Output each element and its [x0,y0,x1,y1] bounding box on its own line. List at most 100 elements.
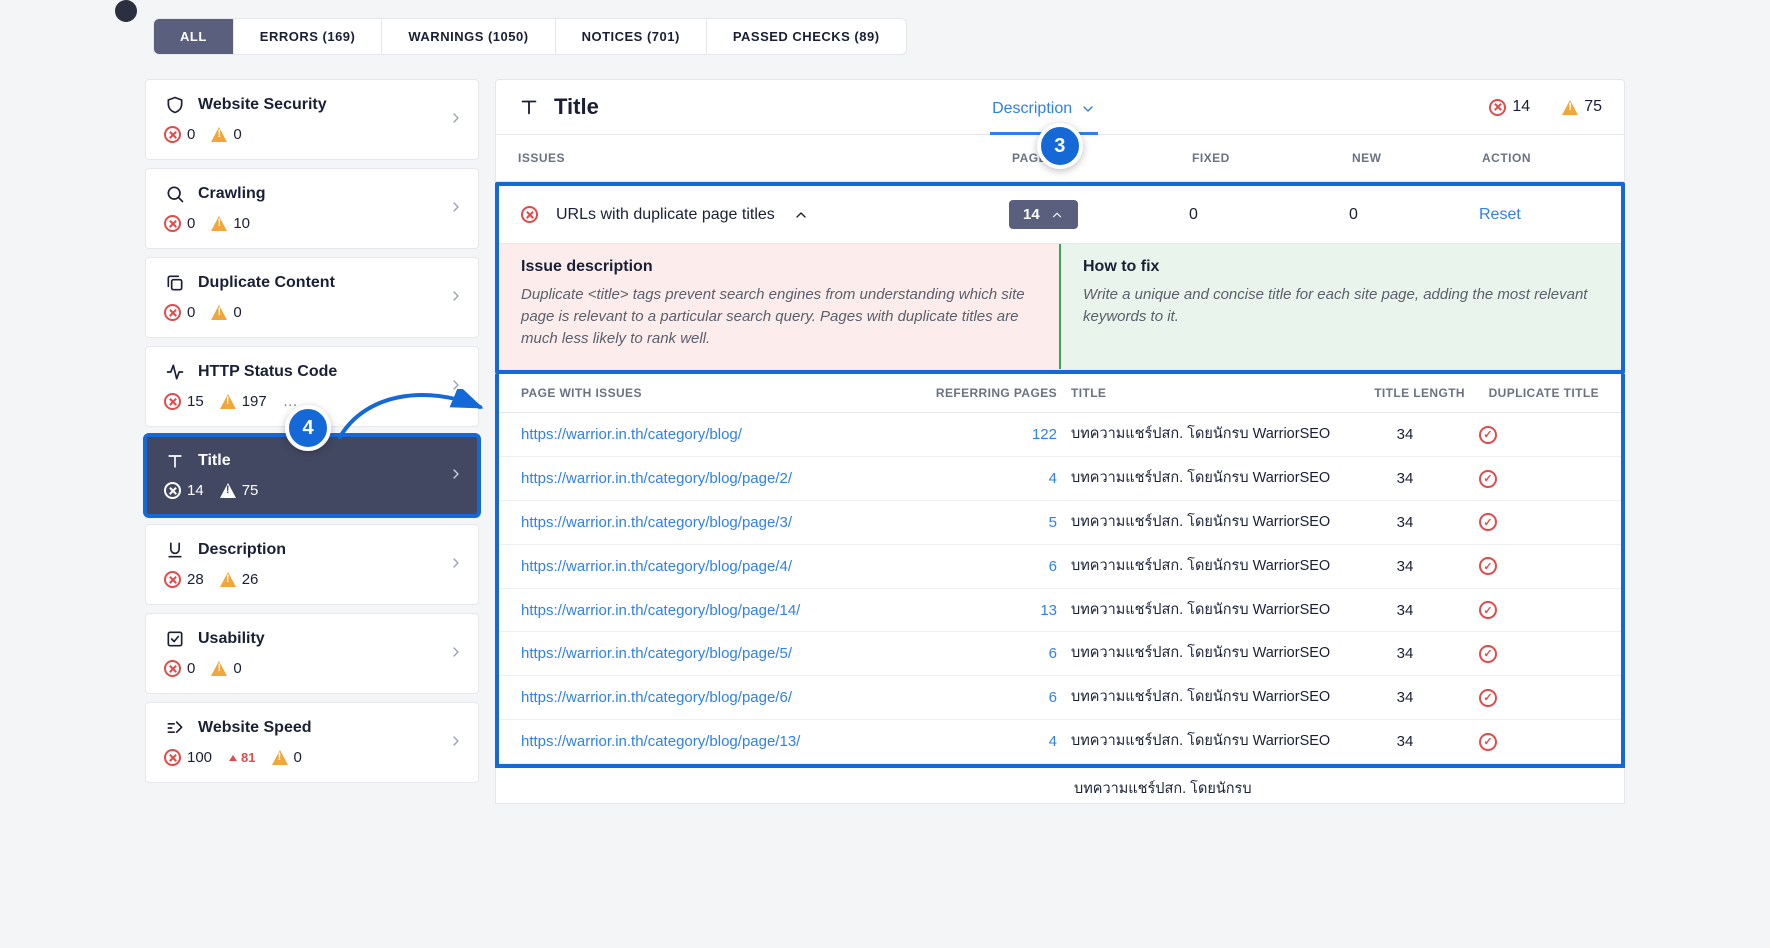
referring-pages[interactable]: 6 [927,645,1057,662]
sidebar-item-duplicate-content[interactable]: Duplicate Content00 [145,257,479,338]
chevron-right-icon [448,377,464,397]
referring-pages[interactable]: 4 [927,733,1057,750]
referring-pages[interactable]: 122 [927,426,1057,443]
issue-name-text: URLs with duplicate page titles [556,206,775,224]
sidebar-item-crawling[interactable]: Crawling010 [145,168,479,249]
header-warning-count: 75 [1562,98,1602,116]
duplicate-icon [1479,689,1497,707]
table-row: https://warrior.in.th/category/blog/page… [499,589,1621,633]
duplicate-icon [1479,470,1497,488]
warning-count: 0 [211,304,241,321]
table-row: https://warrior.in.th/category/blog/page… [499,632,1621,676]
delta-indicator: 81 [228,750,255,765]
referring-pages[interactable]: 13 [927,602,1057,619]
error-count: 15 [164,393,204,410]
title-text: บทความแชร์ปสก. โดยนักรบ WarriorSEO [1071,601,1331,620]
col-action: ACTION [1482,151,1602,165]
main-title: Title [518,94,599,120]
page-url-link[interactable]: https://warrior.in.th/category/blog/page… [521,514,792,531]
warning-count: 0 [211,126,241,143]
page-url-link[interactable]: https://warrior.in.th/category/blog/page… [521,602,800,619]
chevron-right-icon [448,110,464,130]
page-url-link[interactable]: https://warrior.in.th/category/blog/page… [521,470,792,487]
duplicate-icon [1479,426,1497,444]
table-row: https://warrior.in.th/category/blog/122 บ… [499,413,1621,457]
error-count: 0 [164,304,195,321]
filter-tab[interactable]: WARNINGS (1050) [382,19,555,54]
issue-fixed: 0 [1189,206,1349,224]
duplicate-icon [1479,733,1497,751]
title-text: บทความแชร์ปสก. โดยนักรบ WarriorSEO [1071,425,1331,444]
main-panel: Title Description 14 75 ISSUES PAGES FIX… [495,79,1625,804]
sidebar-item-usability[interactable]: Usability00 [145,613,479,694]
title-text: บทความแชร์ปสก. โดยนักรบ WarriorSEO [1071,469,1331,488]
title-text: บทความแชร์ปสก. โดยนักรบ WarriorSEO [1071,513,1331,532]
referring-pages[interactable]: 4 [927,470,1057,487]
title-text: บทความแชร์ปสก. โดยนักรบ WarriorSEO [1071,732,1331,751]
error-count: 14 [164,482,204,499]
filter-tab[interactable]: ALL [154,19,234,54]
issue-block: URLs with duplicate page titles 14 0 0 R… [495,182,1625,374]
issue-description-panel: Issue description Duplicate <title> tags… [499,244,1621,370]
table-row: https://warrior.in.th/category/blog/page… [499,720,1621,764]
error-count: 28 [164,571,204,588]
title-length: 34 [1345,645,1465,662]
title-length: 34 [1345,733,1465,750]
title-text: บทความแชร์ปสก. โดยนักรบ WarriorSEO [1071,557,1331,576]
copy-icon [164,272,186,294]
sidebar-item-description[interactable]: Description2826 [145,524,479,605]
error-icon [164,482,181,499]
col-dup: DUPLICATE TITLE [1479,386,1599,400]
filter-tab[interactable]: PASSED CHECKS (89) [707,19,906,54]
page-url-link[interactable]: https://warrior.in.th/category/blog/page… [521,733,800,750]
col-new: NEW [1352,151,1482,165]
page-url-link[interactable]: https://warrior.in.th/category/blog/page… [521,558,792,575]
sidebar-item-label: HTTP Status Code [198,363,337,381]
step-badge-4: 4 [285,405,331,451]
title-length: 34 [1345,689,1465,706]
warning-count: 197 [220,393,267,410]
col-issues: ISSUES [518,151,1012,165]
error-icon [164,660,181,677]
error-icon [164,571,181,588]
referring-pages[interactable]: 6 [927,689,1057,706]
issue-row[interactable]: URLs with duplicate page titles 14 0 0 R… [499,186,1621,244]
pages-pill[interactable]: 14 [1009,200,1078,229]
error-icon [164,393,181,410]
title-length: 34 [1345,514,1465,531]
referring-pages[interactable]: 5 [927,514,1057,531]
sidebar-item-label: Website Speed [198,719,312,737]
chevron-up-icon [1050,208,1064,222]
sidebar-item-label: Crawling [198,185,266,203]
page-url-link[interactable]: https://warrior.in.th/category/blog/page… [521,689,792,706]
page-url-link[interactable]: https://warrior.in.th/category/blog/ [521,426,742,443]
filter-tab[interactable]: ERRORS (169) [234,19,383,54]
filter-tabs: ALLERRORS (169)WARNINGS (1050)NOTICES (7… [153,18,907,55]
filter-tab[interactable]: NOTICES (701) [556,19,707,54]
col-len: TITLE LENGTH [1345,386,1465,400]
error-icon [521,206,538,223]
chevron-right-icon [448,199,464,219]
warning-count: 26 [220,571,259,588]
sidebar-item-website-security[interactable]: Website Security00 [145,79,479,160]
chevron-up-icon [793,207,809,223]
main-title-text: Title [554,94,599,120]
sidebar-item-website-speed[interactable]: Website Speed100810 [145,702,479,783]
error-icon [1489,99,1506,116]
chevron-right-icon [448,288,464,308]
type-icon [518,96,540,118]
sidebar-item-label: Website Security [198,96,327,114]
warning-count: 0 [211,660,241,677]
table-row: https://warrior.in.th/category/blog/page… [499,676,1621,720]
duplicate-icon [1479,557,1497,575]
referring-pages[interactable]: 6 [927,558,1057,575]
fix-heading: How to fix [1083,258,1599,276]
pages-table: PAGE WITH ISSUES REFERRING PAGES TITLE T… [495,374,1625,768]
chevron-right-icon [448,466,464,486]
warning-icon [211,127,227,142]
reset-link[interactable]: Reset [1479,206,1521,223]
warning-icon [211,216,227,231]
pulse-icon [164,361,186,383]
type-icon [164,450,186,472]
page-url-link[interactable]: https://warrior.in.th/category/blog/page… [521,645,792,662]
